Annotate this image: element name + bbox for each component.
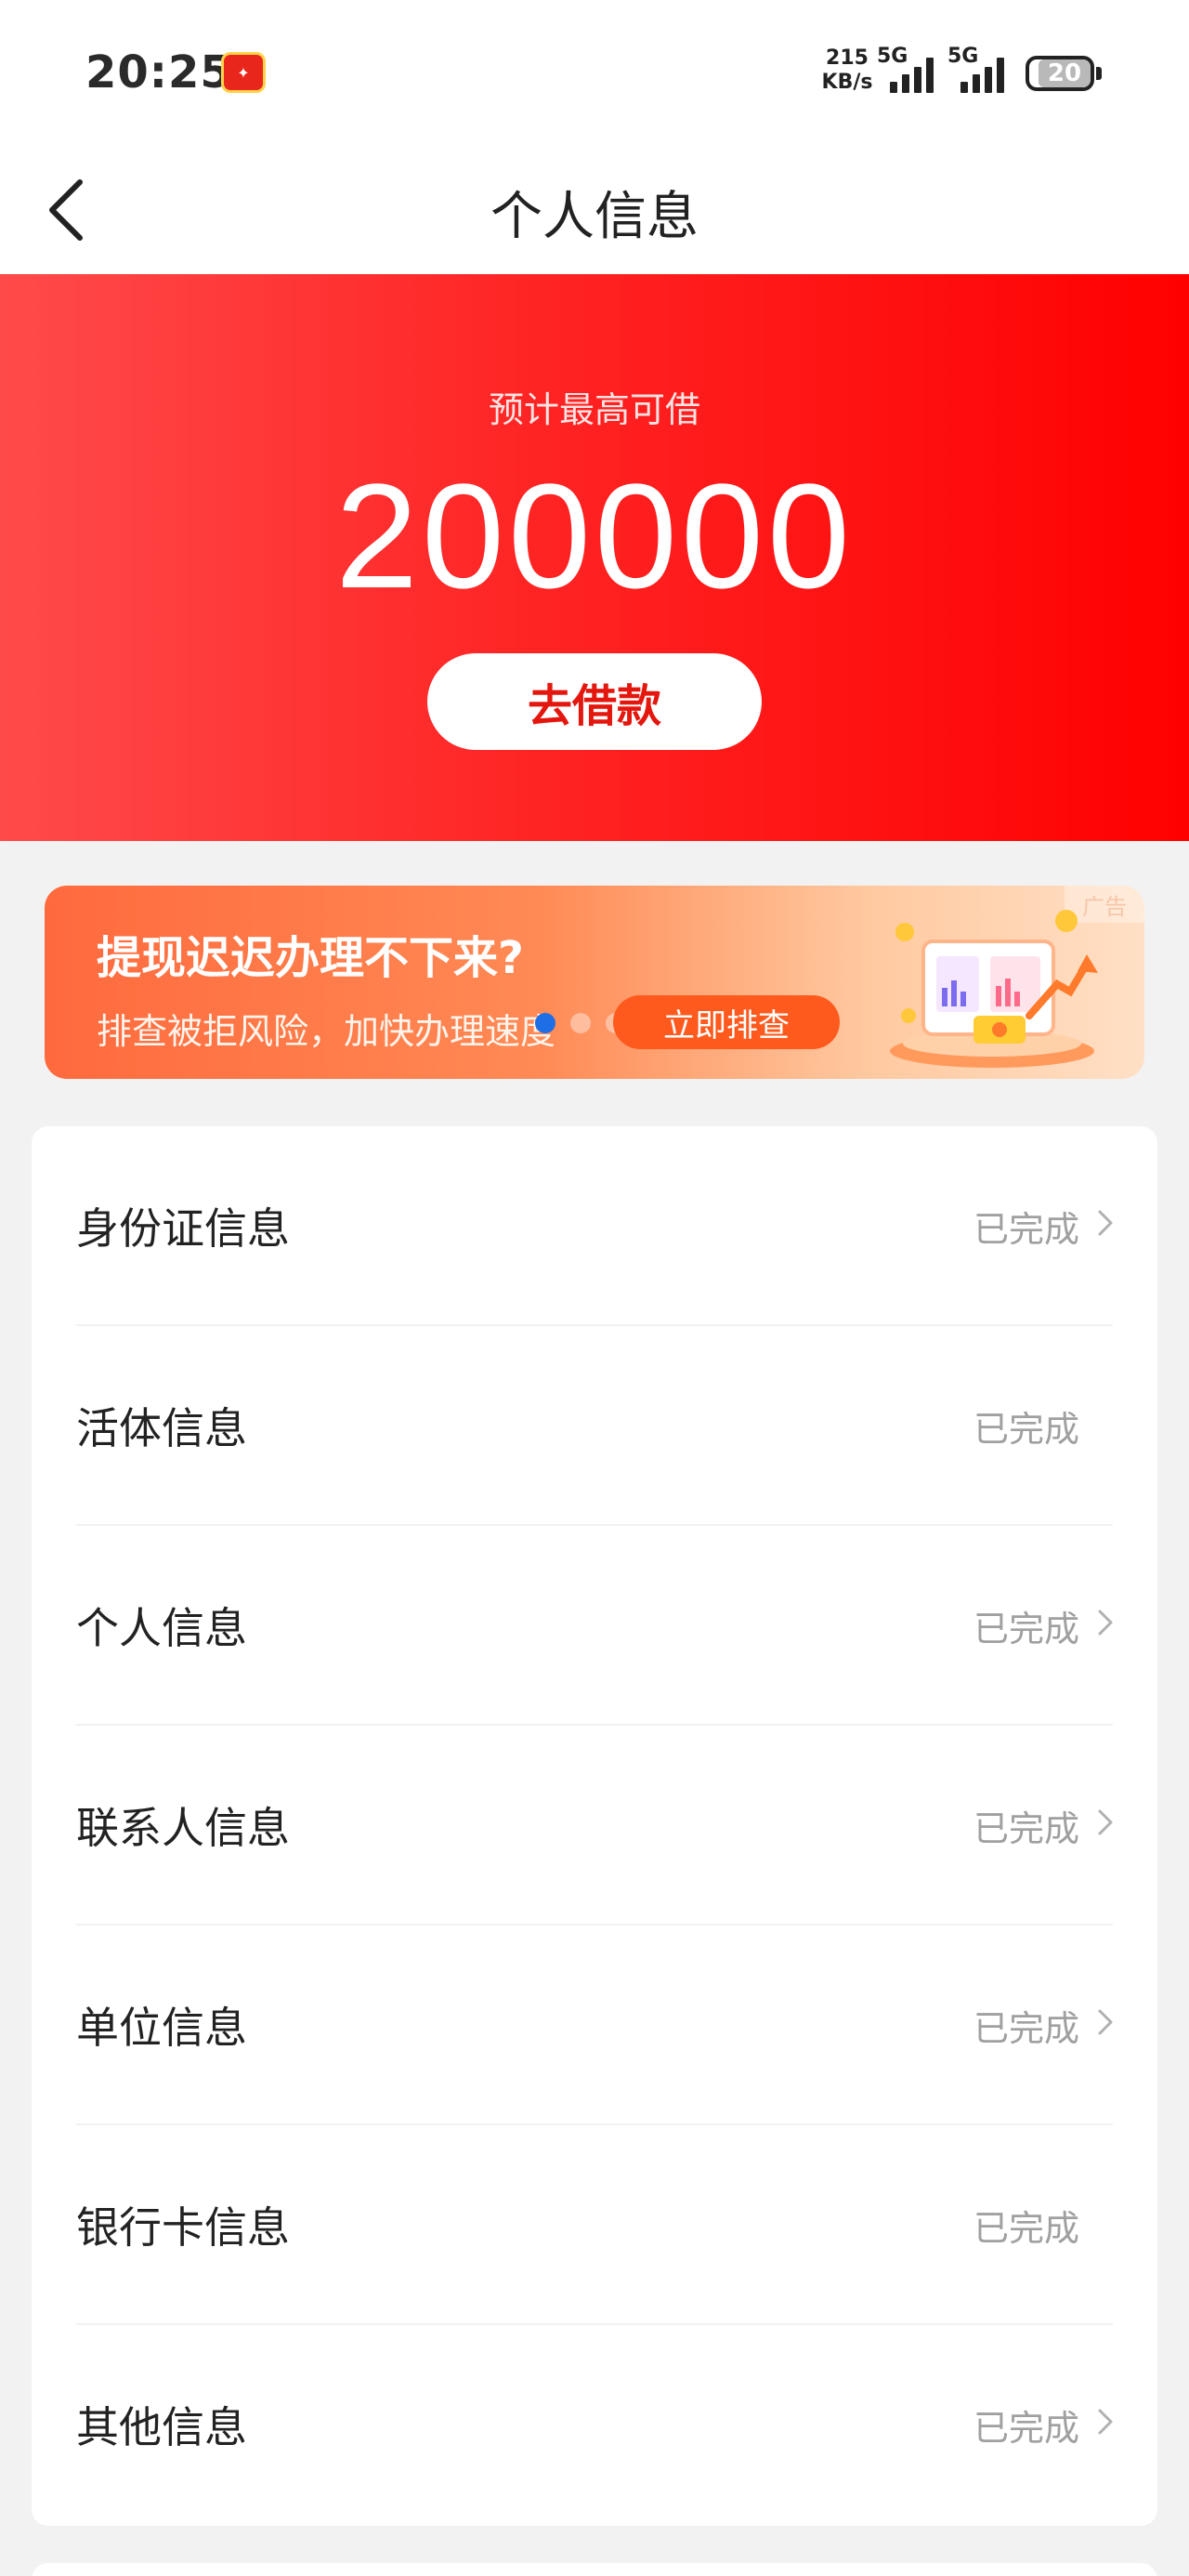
page-title: 个人信息 (490, 187, 699, 247)
status-bar: 20:25 ✦ 215 KB/s 5G 5G 20 (0, 0, 1189, 139)
info-row-other[interactable]: 其他信息 已完成 (32, 2325, 1157, 2525)
battery-level: 20 (1039, 59, 1091, 87)
info-row-personal[interactable]: 个人信息 已完成 (32, 1526, 1157, 1726)
info-row-status: 已完成 (973, 2408, 1079, 2449)
max-loan-amount: 200000 (335, 453, 854, 619)
chevron-right-icon (1098, 1809, 1113, 1835)
report-chart-illustration-icon (890, 910, 1098, 1068)
signal-1-icon: 5G (877, 45, 947, 97)
info-row-label: 其他信息 (76, 2402, 247, 2452)
loan-hero: 预计最高可借 200000 去借款 (0, 274, 1189, 841)
info-row-label: 联系人信息 (76, 1803, 290, 1853)
info-row-status: 已完成 (973, 2008, 1079, 2049)
battery-icon: 20 (1026, 56, 1094, 91)
info-row-liveness: 活体信息 已完成 (32, 1326, 1157, 1526)
info-row-contacts[interactable]: 联系人信息 已完成 (32, 1726, 1157, 1925)
ad-title: 提现迟迟办理不下来? (97, 932, 524, 984)
info-row-label: 身份证信息 (76, 1203, 290, 1254)
status-time: 20:25 (85, 46, 232, 99)
borrow-button[interactable]: 去借款 (427, 653, 762, 750)
carousel-dot-active (535, 1013, 555, 1033)
max-loan-label: 预计最高可借 (488, 389, 700, 430)
info-row-bank-card: 银行卡信息 已完成 (32, 2125, 1157, 2325)
nav-header: 个人信息 (0, 139, 1189, 274)
info-row-label: 个人信息 (76, 1603, 247, 1653)
app-notification-icon: ✦ (221, 52, 266, 93)
info-row-status: 已完成 (973, 1808, 1079, 1849)
info-row-id-card[interactable]: 身份证信息 已完成 (32, 1126, 1157, 1326)
info-row-status: 已完成 (973, 1609, 1079, 1649)
info-row-label: 活体信息 (76, 1403, 247, 1453)
next-card-peek (32, 2563, 1157, 2576)
network-speed-unit: KB/s (821, 71, 873, 94)
info-row-label: 银行卡信息 (76, 2202, 290, 2253)
ad-cta-button[interactable]: 立即排查 (613, 995, 840, 1049)
chevron-right-icon (1098, 2009, 1113, 2035)
network-speed-value: 215 (826, 46, 869, 70)
network-speed: 215 KB/s (819, 46, 875, 95)
battery-cap (1096, 67, 1102, 80)
info-row-status: 已完成 (973, 2208, 1079, 2249)
signal-2-icon: 5G (947, 45, 1018, 97)
info-row-employer[interactable]: 单位信息 已完成 (32, 1925, 1157, 2125)
carousel-dot (570, 1013, 591, 1033)
chevron-right-icon (1098, 2409, 1113, 2435)
chevron-right-icon (1098, 1210, 1113, 1236)
ad-banner[interactable]: 提现迟迟办理不下来? 排查被拒风险，加快办理速度 立即排查 广告 (45, 886, 1144, 1079)
info-row-status: 已完成 (973, 1209, 1079, 1250)
info-list: 身份证信息 已完成 活体信息 已完成 个人信息 已完成 联系人信息 已完成 单位… (32, 1126, 1157, 2526)
info-row-label: 单位信息 (76, 2003, 247, 2053)
ad-subtitle: 排查被拒风险，加快办理速度 (97, 1011, 556, 1052)
info-row-status: 已完成 (973, 1409, 1079, 1450)
chevron-right-icon (1098, 1610, 1113, 1636)
